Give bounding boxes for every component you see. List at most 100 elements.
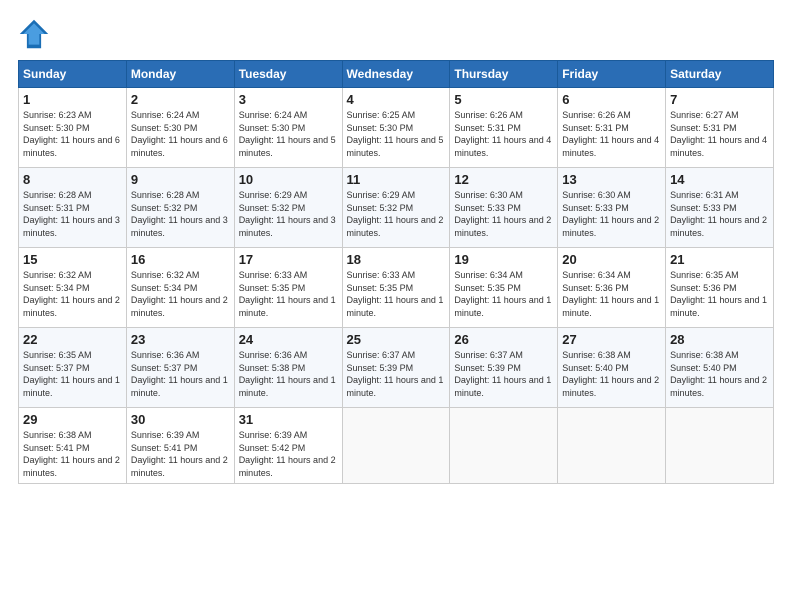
day-info: Sunrise: 6:30 AM Sunset: 5:33 PM Dayligh… [562, 189, 661, 239]
day-number: 2 [131, 92, 230, 107]
day-number: 26 [454, 332, 553, 347]
calendar-cell: 8 Sunrise: 6:28 AM Sunset: 5:31 PM Dayli… [19, 168, 127, 248]
calendar-cell: 31 Sunrise: 6:39 AM Sunset: 5:42 PM Dayl… [234, 408, 342, 484]
day-number: 19 [454, 252, 553, 267]
calendar-cell: 27 Sunrise: 6:38 AM Sunset: 5:40 PM Dayl… [558, 328, 666, 408]
calendar-cell: 9 Sunrise: 6:28 AM Sunset: 5:32 PM Dayli… [126, 168, 234, 248]
day-info: Sunrise: 6:35 AM Sunset: 5:36 PM Dayligh… [670, 269, 769, 319]
day-info: Sunrise: 6:35 AM Sunset: 5:37 PM Dayligh… [23, 349, 122, 399]
calendar-cell [558, 408, 666, 484]
day-info: Sunrise: 6:30 AM Sunset: 5:33 PM Dayligh… [454, 189, 553, 239]
weekday-header: Wednesday [342, 61, 450, 88]
day-info: Sunrise: 6:32 AM Sunset: 5:34 PM Dayligh… [23, 269, 122, 319]
day-number: 23 [131, 332, 230, 347]
calendar-cell: 18 Sunrise: 6:33 AM Sunset: 5:35 PM Dayl… [342, 248, 450, 328]
day-info: Sunrise: 6:33 AM Sunset: 5:35 PM Dayligh… [347, 269, 446, 319]
calendar-cell: 2 Sunrise: 6:24 AM Sunset: 5:30 PM Dayli… [126, 88, 234, 168]
calendar-cell: 25 Sunrise: 6:37 AM Sunset: 5:39 PM Dayl… [342, 328, 450, 408]
day-number: 21 [670, 252, 769, 267]
day-info: Sunrise: 6:29 AM Sunset: 5:32 PM Dayligh… [239, 189, 338, 239]
day-info: Sunrise: 6:39 AM Sunset: 5:41 PM Dayligh… [131, 429, 230, 479]
logo-icon [18, 18, 50, 50]
day-number: 6 [562, 92, 661, 107]
day-number: 25 [347, 332, 446, 347]
calendar-cell: 4 Sunrise: 6:25 AM Sunset: 5:30 PM Dayli… [342, 88, 450, 168]
calendar-cell: 19 Sunrise: 6:34 AM Sunset: 5:35 PM Dayl… [450, 248, 558, 328]
day-info: Sunrise: 6:38 AM Sunset: 5:40 PM Dayligh… [670, 349, 769, 399]
day-number: 7 [670, 92, 769, 107]
calendar-cell: 3 Sunrise: 6:24 AM Sunset: 5:30 PM Dayli… [234, 88, 342, 168]
calendar-cell: 24 Sunrise: 6:36 AM Sunset: 5:38 PM Dayl… [234, 328, 342, 408]
day-info: Sunrise: 6:36 AM Sunset: 5:37 PM Dayligh… [131, 349, 230, 399]
day-number: 30 [131, 412, 230, 427]
calendar-cell: 21 Sunrise: 6:35 AM Sunset: 5:36 PM Dayl… [666, 248, 774, 328]
day-info: Sunrise: 6:39 AM Sunset: 5:42 PM Dayligh… [239, 429, 338, 479]
calendar-cell: 16 Sunrise: 6:32 AM Sunset: 5:34 PM Dayl… [126, 248, 234, 328]
day-number: 17 [239, 252, 338, 267]
calendar-cell: 13 Sunrise: 6:30 AM Sunset: 5:33 PM Dayl… [558, 168, 666, 248]
calendar-cell: 14 Sunrise: 6:31 AM Sunset: 5:33 PM Dayl… [666, 168, 774, 248]
day-info: Sunrise: 6:37 AM Sunset: 5:39 PM Dayligh… [347, 349, 446, 399]
calendar-cell: 5 Sunrise: 6:26 AM Sunset: 5:31 PM Dayli… [450, 88, 558, 168]
day-info: Sunrise: 6:27 AM Sunset: 5:31 PM Dayligh… [670, 109, 769, 159]
weekday-header: Sunday [19, 61, 127, 88]
day-info: Sunrise: 6:37 AM Sunset: 5:39 PM Dayligh… [454, 349, 553, 399]
calendar-cell [666, 408, 774, 484]
day-number: 29 [23, 412, 122, 427]
day-number: 24 [239, 332, 338, 347]
day-number: 12 [454, 172, 553, 187]
day-info: Sunrise: 6:26 AM Sunset: 5:31 PM Dayligh… [562, 109, 661, 159]
day-number: 28 [670, 332, 769, 347]
day-number: 4 [347, 92, 446, 107]
calendar-cell: 6 Sunrise: 6:26 AM Sunset: 5:31 PM Dayli… [558, 88, 666, 168]
calendar-cell: 26 Sunrise: 6:37 AM Sunset: 5:39 PM Dayl… [450, 328, 558, 408]
day-info: Sunrise: 6:38 AM Sunset: 5:41 PM Dayligh… [23, 429, 122, 479]
calendar-cell: 1 Sunrise: 6:23 AM Sunset: 5:30 PM Dayli… [19, 88, 127, 168]
day-info: Sunrise: 6:25 AM Sunset: 5:30 PM Dayligh… [347, 109, 446, 159]
calendar-cell: 15 Sunrise: 6:32 AM Sunset: 5:34 PM Dayl… [19, 248, 127, 328]
day-info: Sunrise: 6:24 AM Sunset: 5:30 PM Dayligh… [239, 109, 338, 159]
day-number: 1 [23, 92, 122, 107]
calendar-cell: 11 Sunrise: 6:29 AM Sunset: 5:32 PM Dayl… [342, 168, 450, 248]
day-number: 3 [239, 92, 338, 107]
day-info: Sunrise: 6:32 AM Sunset: 5:34 PM Dayligh… [131, 269, 230, 319]
day-number: 8 [23, 172, 122, 187]
weekday-header: Thursday [450, 61, 558, 88]
day-number: 14 [670, 172, 769, 187]
calendar-cell: 20 Sunrise: 6:34 AM Sunset: 5:36 PM Dayl… [558, 248, 666, 328]
day-info: Sunrise: 6:36 AM Sunset: 5:38 PM Dayligh… [239, 349, 338, 399]
day-info: Sunrise: 6:24 AM Sunset: 5:30 PM Dayligh… [131, 109, 230, 159]
calendar-cell: 7 Sunrise: 6:27 AM Sunset: 5:31 PM Dayli… [666, 88, 774, 168]
calendar-cell: 17 Sunrise: 6:33 AM Sunset: 5:35 PM Dayl… [234, 248, 342, 328]
day-number: 18 [347, 252, 446, 267]
day-number: 20 [562, 252, 661, 267]
calendar-cell: 12 Sunrise: 6:30 AM Sunset: 5:33 PM Dayl… [450, 168, 558, 248]
day-number: 9 [131, 172, 230, 187]
day-number: 13 [562, 172, 661, 187]
day-info: Sunrise: 6:28 AM Sunset: 5:32 PM Dayligh… [131, 189, 230, 239]
logo [18, 18, 54, 50]
day-info: Sunrise: 6:26 AM Sunset: 5:31 PM Dayligh… [454, 109, 553, 159]
weekday-header: Monday [126, 61, 234, 88]
weekday-header: Tuesday [234, 61, 342, 88]
calendar-cell: 28 Sunrise: 6:38 AM Sunset: 5:40 PM Dayl… [666, 328, 774, 408]
day-info: Sunrise: 6:28 AM Sunset: 5:31 PM Dayligh… [23, 189, 122, 239]
calendar-cell [450, 408, 558, 484]
day-info: Sunrise: 6:34 AM Sunset: 5:35 PM Dayligh… [454, 269, 553, 319]
day-info: Sunrise: 6:38 AM Sunset: 5:40 PM Dayligh… [562, 349, 661, 399]
calendar-cell: 23 Sunrise: 6:36 AM Sunset: 5:37 PM Dayl… [126, 328, 234, 408]
calendar-cell: 30 Sunrise: 6:39 AM Sunset: 5:41 PM Dayl… [126, 408, 234, 484]
weekday-header: Saturday [666, 61, 774, 88]
day-number: 16 [131, 252, 230, 267]
day-number: 10 [239, 172, 338, 187]
day-info: Sunrise: 6:29 AM Sunset: 5:32 PM Dayligh… [347, 189, 446, 239]
weekday-header: Friday [558, 61, 666, 88]
calendar-cell: 22 Sunrise: 6:35 AM Sunset: 5:37 PM Dayl… [19, 328, 127, 408]
day-info: Sunrise: 6:33 AM Sunset: 5:35 PM Dayligh… [239, 269, 338, 319]
calendar: SundayMondayTuesdayWednesdayThursdayFrid… [18, 60, 774, 484]
page: SundayMondayTuesdayWednesdayThursdayFrid… [0, 0, 792, 612]
day-number: 11 [347, 172, 446, 187]
calendar-cell: 10 Sunrise: 6:29 AM Sunset: 5:32 PM Dayl… [234, 168, 342, 248]
calendar-cell [342, 408, 450, 484]
day-info: Sunrise: 6:23 AM Sunset: 5:30 PM Dayligh… [23, 109, 122, 159]
